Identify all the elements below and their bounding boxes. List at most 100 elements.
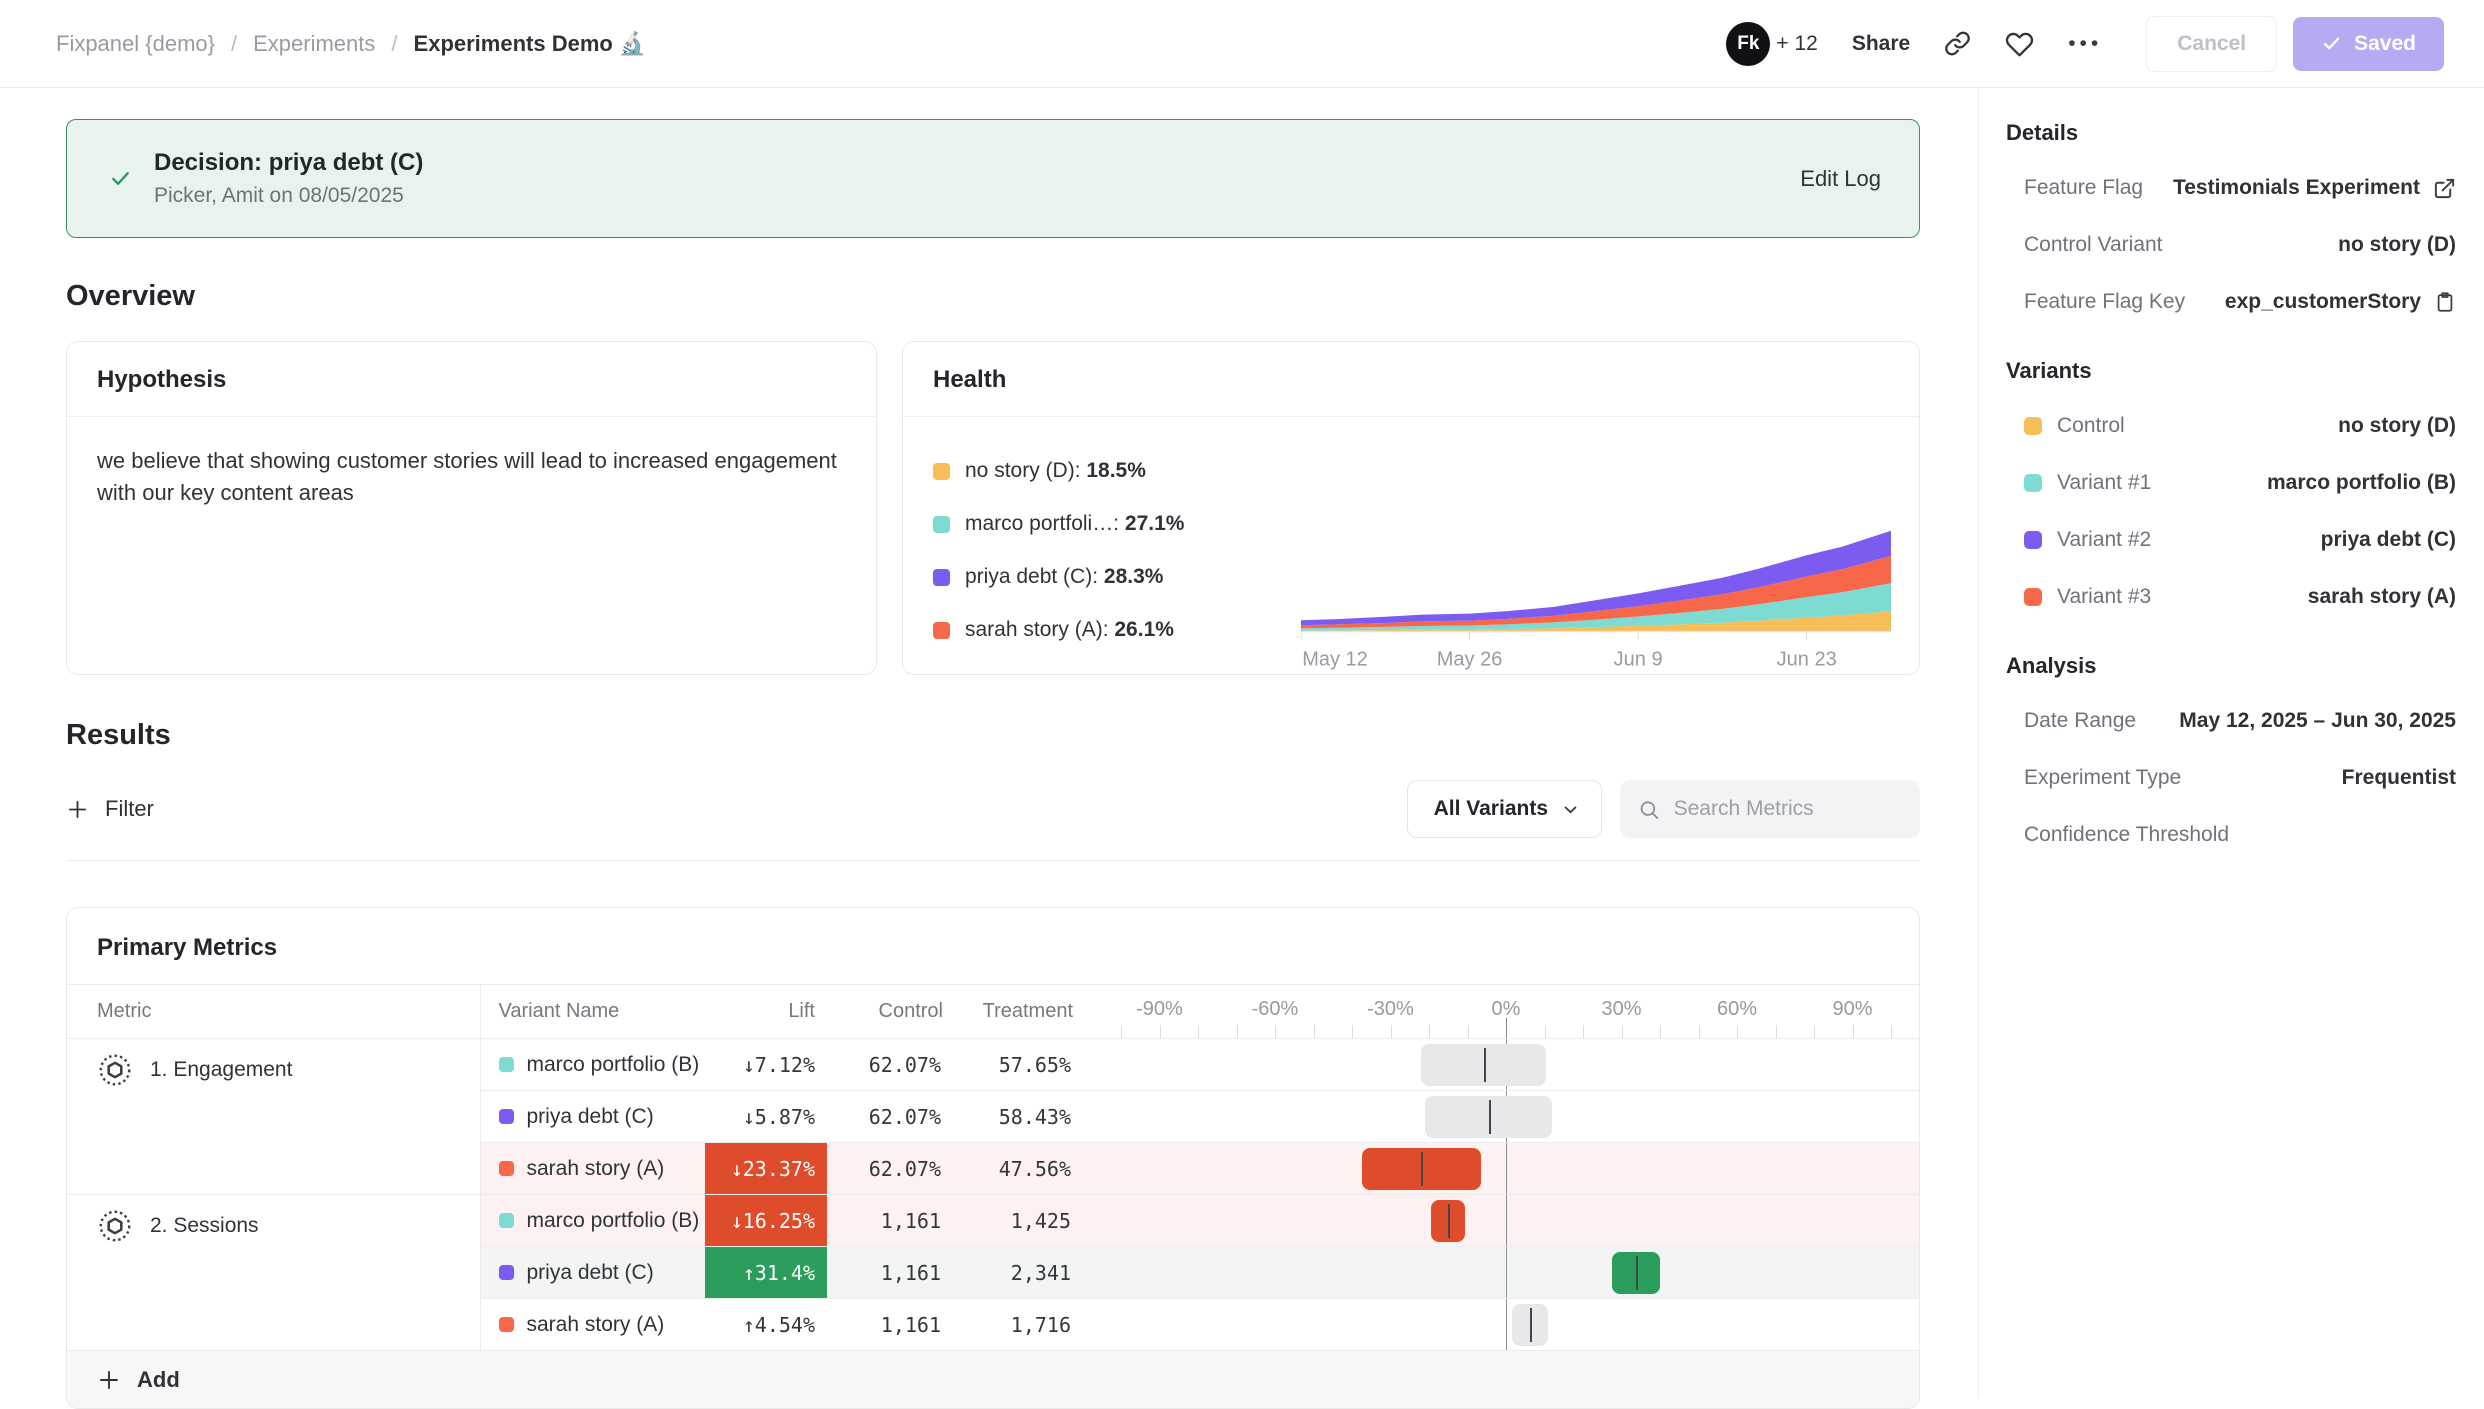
control-value: 62.07% (827, 1039, 955, 1091)
variant1-label: Variant #1 (2057, 471, 2151, 495)
plus-icon (66, 798, 89, 821)
column-header: Treatment (955, 985, 1085, 1039)
lift-value: ↑31.4% (743, 1261, 815, 1285)
date-range-label: Date Range (2024, 709, 2136, 733)
legend-label: sarah story (A): 26.1% (965, 618, 1174, 642)
more-menu-button[interactable]: ••• (2068, 32, 2102, 56)
decision-meta: Picker, Amit on 08/05/2025 (154, 184, 423, 208)
feature-flag-row: Feature Flag Testimonials Experiment (2024, 176, 2456, 200)
variants-dropdown-value: All Variants (1434, 797, 1548, 821)
health-legend-item: sarah story (A): 26.1% (933, 618, 1301, 642)
results-heading: Results (66, 719, 1920, 752)
variant2-color-swatch (2024, 531, 2042, 549)
main-content: Decision: priya debt (C) Picker, Amit on… (0, 88, 1978, 1398)
add-metric-button[interactable]: Add (67, 1350, 1919, 1408)
lift-cell: ↑31.4% (705, 1247, 827, 1299)
hypothesis-title: Hypothesis (67, 342, 876, 417)
axis-tick (1660, 1025, 1661, 1038)
axis-tick (1121, 1025, 1122, 1038)
collaborators-count[interactable]: + 12 (1776, 32, 1817, 56)
x-axis-tick-label: May 26 (1437, 649, 1503, 671)
control-label: Control (2057, 414, 2125, 438)
axis-tick-label: 30% (1601, 998, 1641, 1021)
lift-cell: ↓16.25% (705, 1195, 827, 1247)
legend-label: priya debt (C): 28.3% (965, 565, 1163, 589)
metric-target-icon (97, 1052, 133, 1088)
avatar[interactable]: Fk (1726, 22, 1770, 66)
cancel-button[interactable]: Cancel (2146, 16, 2277, 72)
axis-tick-label: -30% (1367, 998, 1414, 1021)
axis-tick (1622, 1025, 1623, 1038)
search-metrics-box (1620, 780, 1920, 838)
experiment-type-label: Experiment Type (2024, 766, 2181, 790)
add-filter-button[interactable]: Filter (66, 796, 154, 822)
control-value: 1,161 (827, 1195, 955, 1247)
metric-cell: 1. Engagement (67, 1039, 480, 1195)
share-button[interactable]: Share (1852, 32, 1910, 56)
topbar-actions: Fk + 12 Share ••• Cancel Saved (1726, 16, 2444, 72)
date-range-value: May 12, 2025 – Jun 30, 2025 (2179, 709, 2456, 733)
zero-line (1506, 1195, 1507, 1246)
axis-zero-tick (1506, 1018, 1507, 1038)
search-icon (1638, 797, 1660, 822)
hypothesis-body: we believe that showing customer stories… (67, 417, 876, 537)
overview-heading: Overview (66, 280, 1920, 313)
axis-tick (1160, 1025, 1161, 1038)
variant-name: priya debt (C) (527, 1105, 654, 1129)
overview-cards: Hypothesis we believe that showing custo… (66, 341, 1920, 675)
variant1-color-swatch (2024, 474, 2042, 492)
axis-tick (1391, 1025, 1392, 1038)
variant-color-swatch (499, 1213, 514, 1228)
axis-tick (1468, 1025, 1469, 1038)
variant-color-swatch (499, 1109, 514, 1124)
control-variant-value: no story (D) (2338, 233, 2456, 257)
metric-variant-row[interactable]: 1. Engagementmarco portfolio (B)↓7.12%62… (67, 1039, 1920, 1091)
variant-cell: priya debt (C) (480, 1247, 705, 1299)
legend-label: marco portfoli…: 27.1% (965, 512, 1184, 536)
copy-link-icon[interactable] (1944, 30, 1971, 57)
feature-flag-value[interactable]: Testimonials Experiment (2173, 176, 2420, 200)
primary-metrics-title: Primary Metrics (67, 908, 1919, 984)
axis-tick (1737, 1025, 1738, 1038)
health-chart-svg: May 12May 26Jun 9Jun 23 (1301, 519, 1891, 671)
external-link-icon[interactable] (2433, 177, 2456, 200)
treatment-value: 57.65% (955, 1039, 1085, 1091)
treatment-value: 1,425 (955, 1195, 1085, 1247)
variant-name: marco portfolio (B) (527, 1209, 700, 1233)
health-legend: no story (D): 18.5%marco portfoli…: 27.1… (933, 433, 1301, 675)
health-legend-item: priya debt (C): 28.3% (933, 565, 1301, 589)
copy-icon[interactable] (2434, 291, 2456, 313)
experiment-type-row: Experiment Type Frequentist (2024, 766, 2456, 790)
control-value: 1,161 (827, 1247, 955, 1299)
axis-tick (1352, 1025, 1353, 1038)
treatment-value: 47.56% (955, 1143, 1085, 1195)
edit-log-button[interactable]: Edit Log (1800, 166, 1881, 192)
lift-marker (1484, 1048, 1486, 1082)
breadcrumb-current-page: Experiments Demo 🔬 (414, 31, 647, 57)
date-range-row: Date Range May 12, 2025 – Jun 30, 2025 (2024, 709, 2456, 733)
metric-variant-row[interactable]: 2. Sessionsmarco portfolio (B)↓16.25%1,1… (67, 1195, 1920, 1247)
plus-icon (97, 1368, 121, 1392)
breadcrumb-project[interactable]: Fixpanel {demo} (56, 31, 215, 57)
legend-color-swatch (933, 622, 950, 639)
variants-dropdown[interactable]: All Variants (1407, 780, 1602, 838)
confidence-interval-cell (1085, 1091, 1920, 1143)
saved-button[interactable]: Saved (2293, 17, 2444, 71)
variant2-label: Variant #2 (2057, 528, 2151, 552)
confidence-interval-cell (1085, 1247, 1920, 1299)
lift-marker (1530, 1308, 1532, 1342)
favorite-heart-icon[interactable] (2005, 29, 2034, 58)
control-color-swatch (2024, 417, 2042, 435)
primary-metrics-card: Primary Metrics MetricVariant NameLiftCo… (66, 907, 1920, 1409)
control-variant-label: Control Variant (2024, 233, 2163, 257)
search-metrics-input[interactable] (1674, 797, 1902, 821)
axis-tick (1314, 1025, 1315, 1038)
breadcrumb-separator: / (231, 31, 237, 57)
breadcrumb-experiments[interactable]: Experiments (253, 31, 375, 57)
feature-flag-key-value: exp_customerStory (2225, 290, 2421, 314)
filter-label: Filter (105, 796, 154, 822)
breadcrumb: Fixpanel {demo} / Experiments / Experime… (56, 31, 646, 57)
saved-button-label: Saved (2354, 32, 2416, 56)
lift-marker (1489, 1100, 1491, 1134)
confidence-threshold-label: Confidence Threshold (2024, 823, 2229, 847)
